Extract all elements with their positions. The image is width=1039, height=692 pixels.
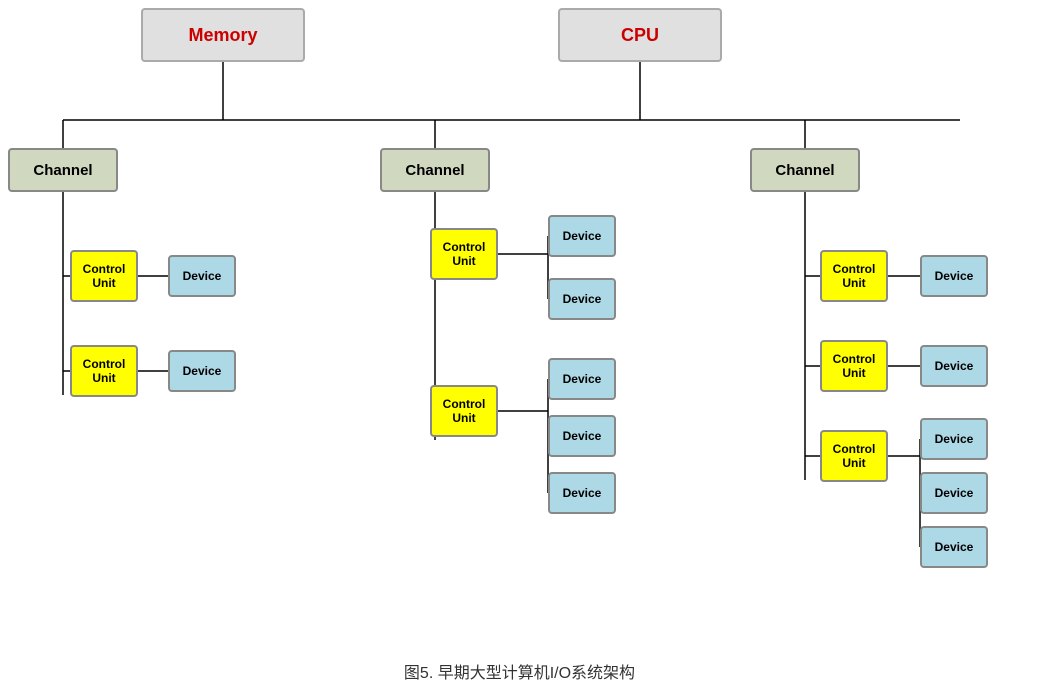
dev3-3-1-node: Device bbox=[920, 418, 988, 460]
dev1-1-node: Device bbox=[168, 255, 236, 297]
channel3-node: Channel bbox=[750, 148, 860, 192]
cu2-1-label: ControlUnit bbox=[443, 240, 486, 268]
cu3-3-node: ControlUnit bbox=[820, 430, 888, 482]
dev3-1-node: Device bbox=[920, 255, 988, 297]
dev2-2-3-label: Device bbox=[563, 486, 602, 500]
cu1-1-label: ControlUnit bbox=[83, 262, 126, 290]
dev3-2-node: Device bbox=[920, 345, 988, 387]
cu3-2-label: ControlUnit bbox=[833, 352, 876, 380]
channel2-node: Channel bbox=[380, 148, 490, 192]
channel2-label: Channel bbox=[405, 162, 464, 179]
cu3-1-node: ControlUnit bbox=[820, 250, 888, 302]
dev3-1-label: Device bbox=[935, 269, 974, 283]
dev3-3-3-label: Device bbox=[935, 540, 974, 554]
caption-text: 图5. 早期大型计算机I/O系统架构 bbox=[404, 659, 635, 683]
dev2-1-2-label: Device bbox=[563, 292, 602, 306]
dev2-1-1-label: Device bbox=[563, 229, 602, 243]
connector-lines bbox=[0, 0, 1039, 650]
memory-node: Memory bbox=[141, 8, 305, 62]
dev2-1-1-node: Device bbox=[548, 215, 616, 257]
cu2-2-label: ControlUnit bbox=[443, 397, 486, 425]
cu3-3-label: ControlUnit bbox=[833, 442, 876, 470]
cu2-2-node: ControlUnit bbox=[430, 385, 498, 437]
dev3-3-2-label: Device bbox=[935, 486, 974, 500]
cu1-1-node: ControlUnit bbox=[70, 250, 138, 302]
dev2-2-2-label: Device bbox=[563, 429, 602, 443]
cu3-2-node: ControlUnit bbox=[820, 340, 888, 392]
dev3-2-label: Device bbox=[935, 359, 974, 373]
dev1-2-node: Device bbox=[168, 350, 236, 392]
diagram: Memory CPU Channel Channel Channel Contr… bbox=[0, 0, 1039, 650]
dev2-1-2-node: Device bbox=[548, 278, 616, 320]
cu1-2-node: ControlUnit bbox=[70, 345, 138, 397]
cpu-node: CPU bbox=[558, 8, 722, 62]
channel1-label: Channel bbox=[33, 162, 92, 179]
dev1-2-label: Device bbox=[183, 364, 222, 378]
dev2-2-2-node: Device bbox=[548, 415, 616, 457]
memory-label: Memory bbox=[188, 25, 257, 46]
dev3-3-1-label: Device bbox=[935, 432, 974, 446]
cpu-label: CPU bbox=[621, 25, 659, 46]
cu3-1-label: ControlUnit bbox=[833, 262, 876, 290]
dev3-3-2-node: Device bbox=[920, 472, 988, 514]
channel3-label: Channel bbox=[775, 162, 834, 179]
dev2-2-3-node: Device bbox=[548, 472, 616, 514]
dev2-2-1-node: Device bbox=[548, 358, 616, 400]
cu1-2-label: ControlUnit bbox=[83, 357, 126, 385]
dev2-2-1-label: Device bbox=[563, 372, 602, 386]
cu2-1-node: ControlUnit bbox=[430, 228, 498, 280]
dev3-3-3-node: Device bbox=[920, 526, 988, 568]
dev1-1-label: Device bbox=[183, 269, 222, 283]
figure-caption: 图5. 早期大型计算机I/O系统架构 bbox=[0, 650, 1039, 692]
channel1-node: Channel bbox=[8, 148, 118, 192]
